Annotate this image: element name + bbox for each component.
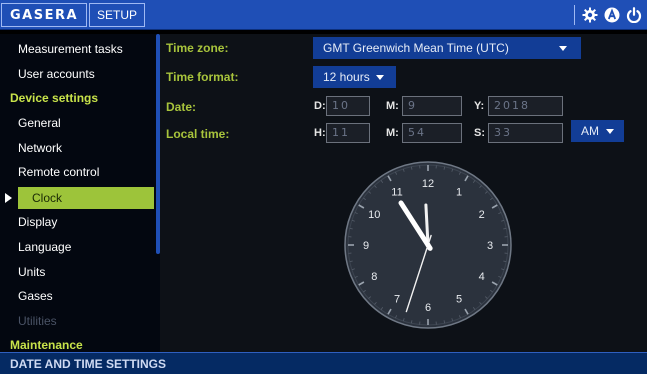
status-bar: DATE AND TIME SETTINGS <box>0 352 647 374</box>
clock-numeral: 4 <box>479 271 485 283</box>
clock-numeral: 10 <box>368 209 380 221</box>
time-zone-dropdown[interactable]: GMT Greenwich Mean Time (UTC) <box>313 37 581 59</box>
sidebar-item-measurement-tasks[interactable]: Measurement tasks <box>0 38 154 60</box>
time-zone-value: GMT Greenwich Mean Time (UTC) <box>323 41 509 55</box>
brand-logo: GASERA <box>1 3 87 27</box>
sidebar-item-remote-control[interactable]: Remote control <box>0 161 154 183</box>
gear-icon[interactable] <box>581 6 599 24</box>
brand-text: GASERA <box>9 7 79 23</box>
sidebar-item-gases[interactable]: Gases <box>0 285 154 307</box>
clock-center-pin <box>425 242 431 248</box>
day-prefix: D: <box>314 100 326 112</box>
local-time-label: Local time: <box>166 127 230 141</box>
month-prefix: M: <box>386 100 399 112</box>
clock-numeral: 5 <box>456 294 462 306</box>
sidebar-section-device-settings: Device settings <box>10 91 99 105</box>
ampm-dropdown[interactable]: AM <box>571 120 624 142</box>
hour-prefix: H: <box>314 127 326 139</box>
clock-numeral: 6 <box>425 302 431 314</box>
hour-field[interactable]: 11 <box>326 123 370 143</box>
month-field[interactable]: 9 <box>402 96 462 116</box>
analog-clock: 121234567891011 <box>344 161 512 329</box>
time-format-label: Time format: <box>166 70 239 84</box>
sidebar-item-network[interactable]: Network <box>0 137 154 159</box>
sidebar-item-language[interactable]: Language <box>0 236 154 258</box>
sidebar-item-units[interactable]: Units <box>0 261 154 283</box>
year-prefix: Y: <box>474 100 485 112</box>
tab-setup[interactable]: SETUP <box>89 3 145 27</box>
sidebar-item-clock[interactable]: Clock <box>18 187 154 209</box>
top-icon-group <box>574 5 643 25</box>
clock-numeral: 8 <box>371 271 377 283</box>
app-window: GASERA SETUP Measurement tasks User acco… <box>0 0 647 374</box>
ampm-value: AM <box>581 124 599 138</box>
minute-field[interactable]: 54 <box>402 123 462 143</box>
power-icon[interactable] <box>625 6 643 24</box>
day-field[interactable]: 10 <box>326 96 370 116</box>
date-label: Date: <box>166 100 197 114</box>
clock-numeral: 12 <box>422 178 434 190</box>
top-bar: GASERA SETUP <box>0 0 647 30</box>
time-format-value: 12 hours <box>323 70 370 84</box>
selected-arrow-icon <box>5 193 12 203</box>
second-field[interactable]: 33 <box>488 123 563 143</box>
clock-numeral: 2 <box>479 209 485 221</box>
chevron-down-icon <box>376 75 384 80</box>
page-title: DATE AND TIME SETTINGS <box>10 357 166 371</box>
clock-numeral: 7 <box>394 294 400 306</box>
chevron-down-icon <box>606 129 614 134</box>
clock-numeral: 11 <box>391 186 402 198</box>
sidebar-item-general[interactable]: General <box>0 112 154 134</box>
clock-numeral: 3 <box>487 240 493 252</box>
time-format-dropdown[interactable]: 12 hours <box>313 66 396 88</box>
year-field[interactable]: 2018 <box>488 96 563 116</box>
sidebar: Measurement tasks User accounts Device s… <box>0 34 160 352</box>
sidebar-item-display[interactable]: Display <box>0 211 154 233</box>
minute-prefix: M: <box>386 127 399 139</box>
time-zone-label: Time zone: <box>166 41 229 55</box>
auto-mode-icon[interactable] <box>603 6 621 24</box>
chevron-down-icon <box>559 46 567 51</box>
sidebar-item-user-accounts[interactable]: User accounts <box>0 63 154 85</box>
second-prefix: S: <box>474 127 485 139</box>
sidebar-item-utilities: Utilities <box>18 314 57 328</box>
clock-numeral: 9 <box>363 240 369 252</box>
clock-numeral: 1 <box>456 186 462 198</box>
